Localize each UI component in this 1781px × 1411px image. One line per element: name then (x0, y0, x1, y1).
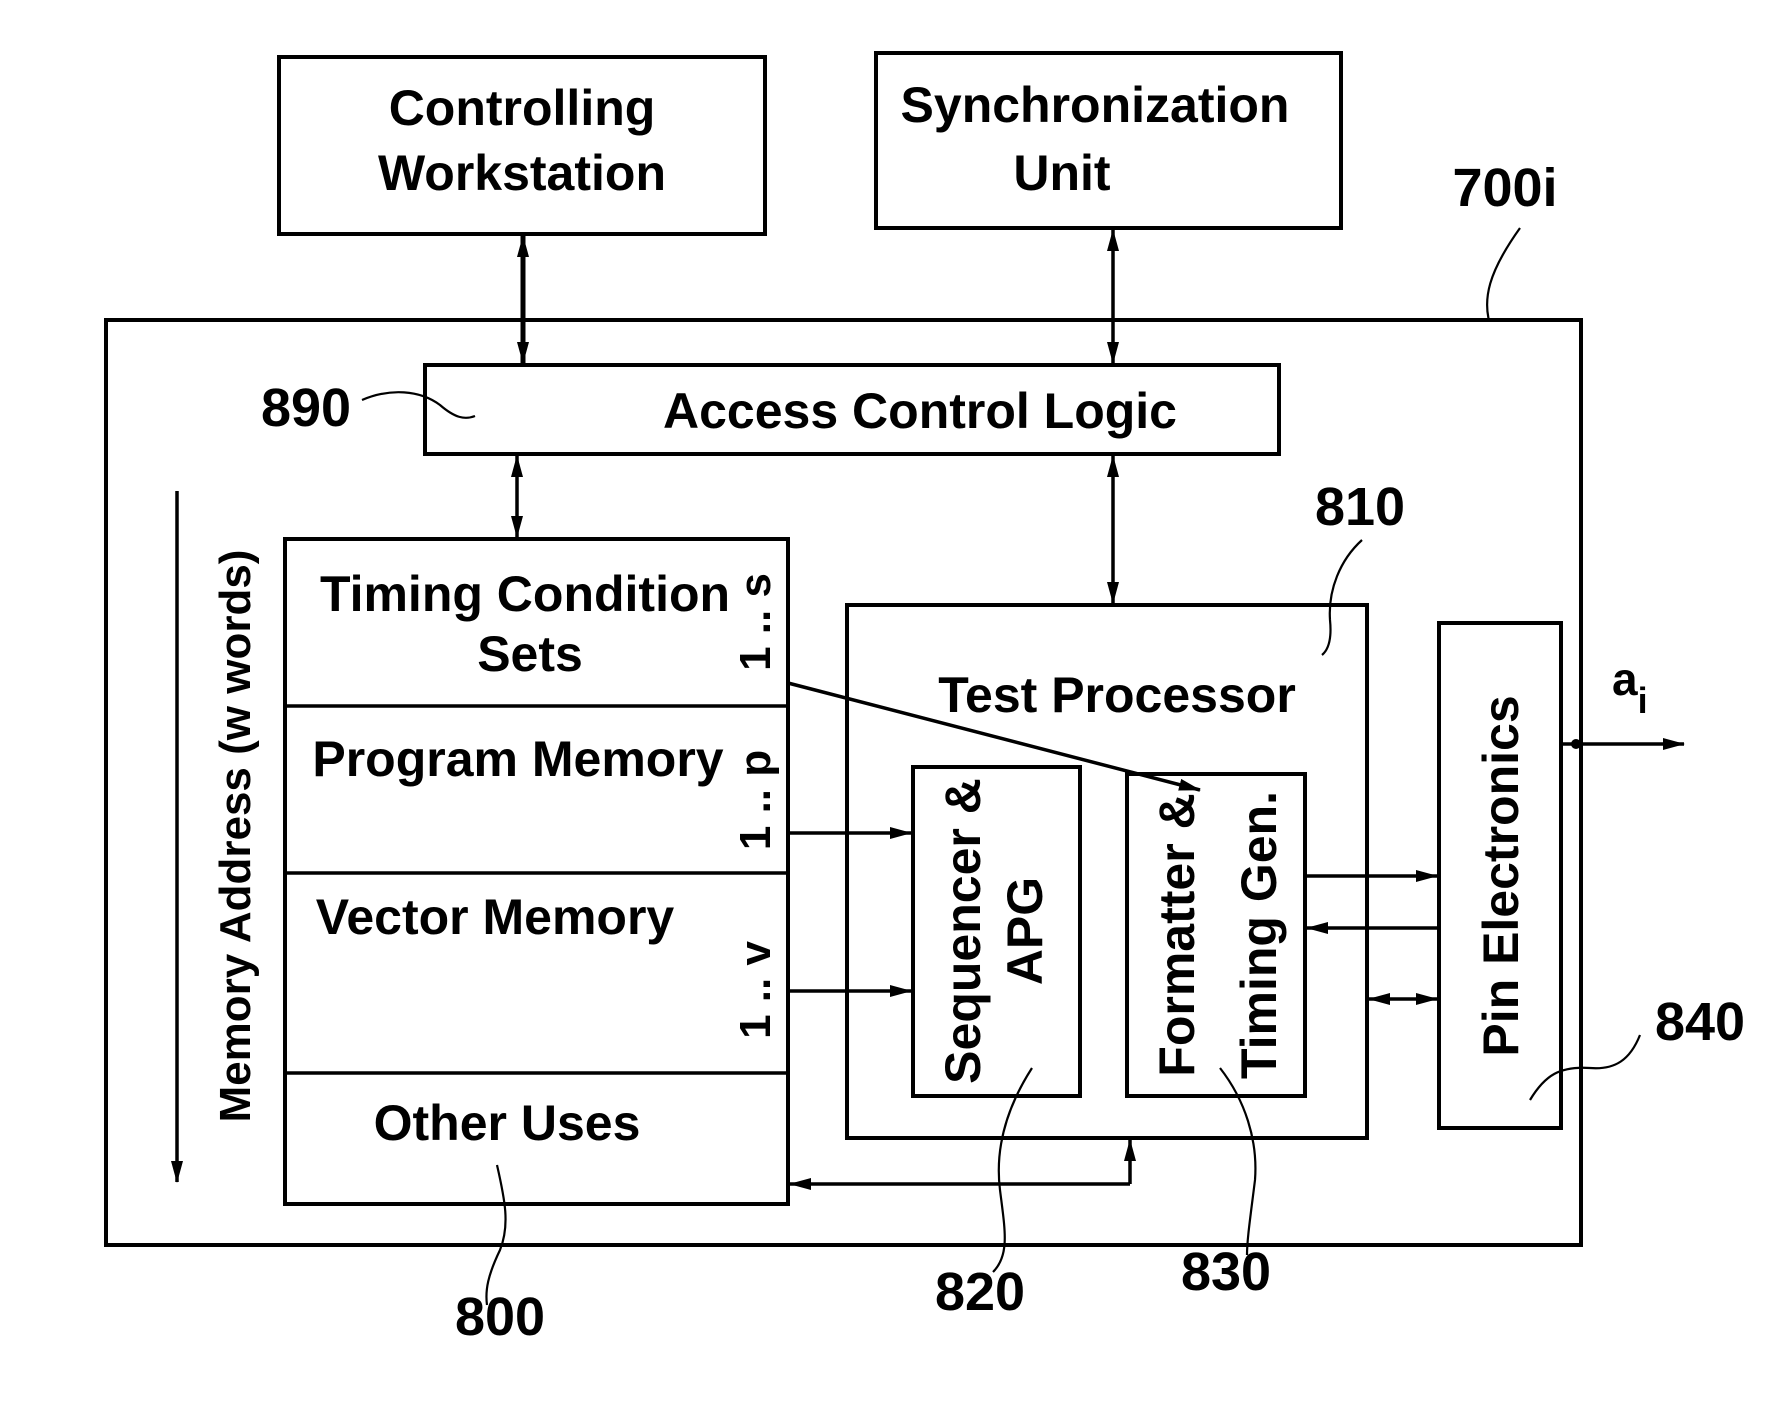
section-range: 1 .. p (731, 750, 780, 850)
controlling-workstation-block: Controlling Workstation (277, 55, 767, 236)
section-range: 1 .. v (731, 941, 780, 1039)
access-control-logic-block: Access Control Logic (423, 363, 1281, 456)
controlling-workstation-line1: Controlling (389, 80, 656, 136)
pin-electronics-block: Pin Electronics (1437, 621, 1563, 1130)
ref-810: 810 (1315, 477, 1405, 537)
output-signal-base: a (1612, 653, 1638, 705)
ref-890: 890 (261, 378, 351, 438)
ref-830: 830 (1181, 1242, 1271, 1302)
sequencer-line2: APG (997, 877, 1053, 985)
section-label: Vector Memory (316, 889, 675, 945)
sequencer-apg-block: Sequencer & APG (911, 765, 1082, 1098)
ref-700i: 700i (1452, 158, 1557, 218)
section-label: Other Uses (374, 1095, 641, 1151)
formatter-timing-gen-block: Formatter & Timing Gen. (1125, 772, 1307, 1098)
pin-electronics-label: Pin Electronics (1473, 695, 1529, 1056)
section-range: 1 .. s (731, 573, 780, 671)
ref-840: 840 (1655, 992, 1745, 1052)
synchronization-unit-line2: Unit (1013, 145, 1111, 201)
formatter-line2: Timing Gen. (1231, 791, 1287, 1079)
test-system-diagram: Controlling Workstation Synchronization … (104, 51, 1745, 1347)
sequencer-line1: Sequencer & (935, 778, 991, 1084)
synchronization-unit-line1: Synchronization (901, 77, 1290, 133)
output-signal-subscript: i (1638, 680, 1648, 721)
section-label: Program Memory (312, 731, 723, 787)
formatter-line1: Formatter & (1149, 793, 1205, 1076)
section-label-line1: Timing Condition (320, 566, 730, 622)
controlling-workstation-line2: Workstation (378, 145, 666, 201)
test-processor-block: Test Processor Sequencer & APG Formatter… (845, 603, 1369, 1140)
memory-block: Timing Condition Sets 1 .. s Program Mem… (283, 537, 790, 1206)
output-signal-label: ai (1612, 653, 1648, 721)
synchronization-unit-block: Synchronization Unit (874, 51, 1343, 230)
section-label-line2: Sets (477, 626, 583, 682)
junction-dot (1571, 739, 1581, 749)
memory-address-label: Memory Address (w words) (211, 550, 260, 1123)
memory-section-other-uses: Other Uses (374, 1095, 641, 1151)
access-control-logic-label: Access Control Logic (663, 383, 1177, 439)
ref-820: 820 (935, 1262, 1025, 1322)
test-processor-label: Test Processor (938, 667, 1296, 723)
ref-800: 800 (455, 1287, 545, 1347)
